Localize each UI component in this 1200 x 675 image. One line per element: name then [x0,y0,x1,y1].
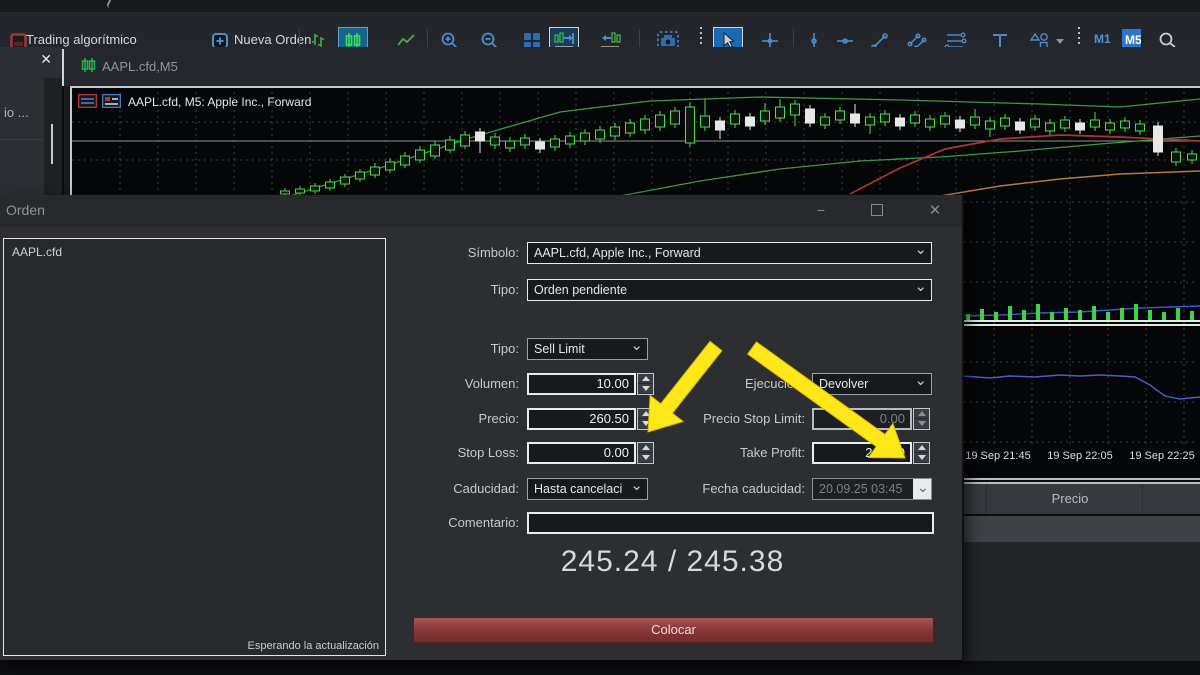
symbol-list-status: Esperando la actualización [248,640,379,652]
take-profit-input[interactable]: 245.60 [812,442,912,464]
dialog-title: Orden [6,202,45,218]
spin-up-icon[interactable] [914,443,929,453]
type-label: Tipo: [379,279,519,301]
comment-label: Comentario: [379,512,519,534]
chart-tab-bar: AAPL.cfd,M5 [62,47,1200,86]
spin-down-icon [914,419,929,428]
symbol-list-panel[interactable]: AAPL.cfd Esperando la actualización [3,238,386,656]
volume-input[interactable]: 10.00 [527,373,636,395]
chart-title: AAPL.cfd, M5: Apple Inc., Forward [128,95,311,109]
time-axis-label: 19 Sep 22:05 [1038,450,1122,462]
stop-limit-input: 0.00 [812,408,912,430]
chevron-down-icon: ⌄ [914,371,927,391]
spin-up-icon [914,409,929,419]
sidebar-divider [0,139,44,140]
market-watch-stub: ✕ io ... [0,47,62,195]
chart-canvas[interactable]: AAPL.cfd, M5: Apple Inc., Forward [70,86,1200,197]
time-axis-label: 19 Sep 22:25 [1120,450,1200,462]
stop-limit-label: Precio Stop Limit: [655,408,805,430]
bid-ask-quote: 245.24 / 245.38 [413,545,932,579]
market-depth-icon[interactable] [102,94,121,113]
price-column-label: Precio [962,491,1178,506]
spin-down-icon[interactable] [914,453,929,462]
comment-input[interactable] [527,512,934,534]
symbol-list-item[interactable]: AAPL.cfd [12,245,62,259]
panel-separator [962,478,1200,480]
stop-loss-stepper[interactable] [637,442,654,464]
type-select[interactable]: Orden pendiente ⌄ [527,279,932,301]
chevron-down-icon: ⌄ [630,476,643,496]
menu-strip [0,0,1200,12]
expiry-date-select: 20.09.25 03:45 ⌄ [812,478,932,500]
take-profit-stepper[interactable] [913,442,930,464]
calendar-dropdown-button: ⌄ [913,479,931,499]
spin-up-icon[interactable] [638,409,653,419]
close-icon[interactable]: ✕ [40,51,52,68]
expiry-label: Caducidad: [379,478,519,500]
chart-canvas-right[interactable] [962,195,1200,477]
toolbar: Trading algorítmico Nueva Orden [0,12,1200,48]
minimize-icon[interactable]: − [806,199,836,221]
price-column-header[interactable]: Precio [962,484,1200,514]
expiry-select[interactable]: Hasta cancelaci ⌄ [527,478,648,500]
chevron-down-icon: ⌄ [630,336,643,356]
chevron-down-icon: ⌄ [917,477,929,497]
order-type-select[interactable]: Sell Limit ⌄ [527,338,648,360]
spin-down-icon[interactable] [638,419,653,428]
price-input[interactable]: 260.50 [527,408,636,430]
execution-select[interactable]: Devolver ⌄ [812,373,932,395]
chevron-down-icon: ⌄ [914,240,927,260]
take-profit-label: Take Profit: [655,442,805,464]
menu-remnant [106,0,118,11]
sidebar-scrollbar[interactable] [44,78,62,195]
toolbox-body [962,542,1200,661]
volume-label: Volumen: [379,373,519,395]
spin-down-icon[interactable] [638,453,653,462]
price-label: Precio: [379,408,519,430]
stop-loss-label: Stop Loss: [379,442,519,464]
dialog-titlebar[interactable]: Orden − ✕ [0,195,962,227]
trade-panel-icon[interactable] [78,94,97,113]
chart-tab-icon [80,57,96,78]
place-order-button[interactable]: Colocar [413,617,934,643]
symbol-label: Símbolo: [379,242,519,264]
maximize-icon[interactable] [862,199,892,221]
chevron-down-icon: ⌄ [914,277,927,297]
spin-up-icon[interactable] [638,443,653,453]
chart-tab-aapl[interactable]: AAPL.cfd,M5 [102,59,178,74]
stop-loss-input[interactable]: 0.00 [527,442,636,464]
panel-divider [62,49,64,86]
volume-stepper[interactable] [637,373,654,395]
order-type-label: Tipo: [379,338,519,360]
algo-trading-label[interactable]: Trading algorítmico [26,32,137,47]
time-axis-label: 19 Sep 21:45 [956,450,1040,462]
spin-up-icon[interactable] [638,374,653,384]
close-icon[interactable]: ✕ [920,199,950,221]
expiry-date-label: Fecha caducidad: [655,478,805,500]
mt5-window: Trading algorítmico Nueva Orden [0,0,1200,675]
execution-label: Ejecución: [655,373,805,395]
order-dialog: Orden − ✕ AAPL.cfd Esperando la actualiz… [0,195,964,660]
sidebar-partial-column-label: io ... [4,105,29,120]
timeframe-m1-button[interactable]: M1 [1094,32,1111,46]
stop-limit-stepper [913,408,930,430]
sidebar-scrollbar-thumb[interactable] [51,124,53,164]
toolbox-row [962,516,1200,542]
price-stepper[interactable] [637,408,654,430]
symbol-select[interactable]: AAPL.cfd, Apple Inc., Forward ⌄ [527,242,932,264]
spin-down-icon[interactable] [638,384,653,393]
